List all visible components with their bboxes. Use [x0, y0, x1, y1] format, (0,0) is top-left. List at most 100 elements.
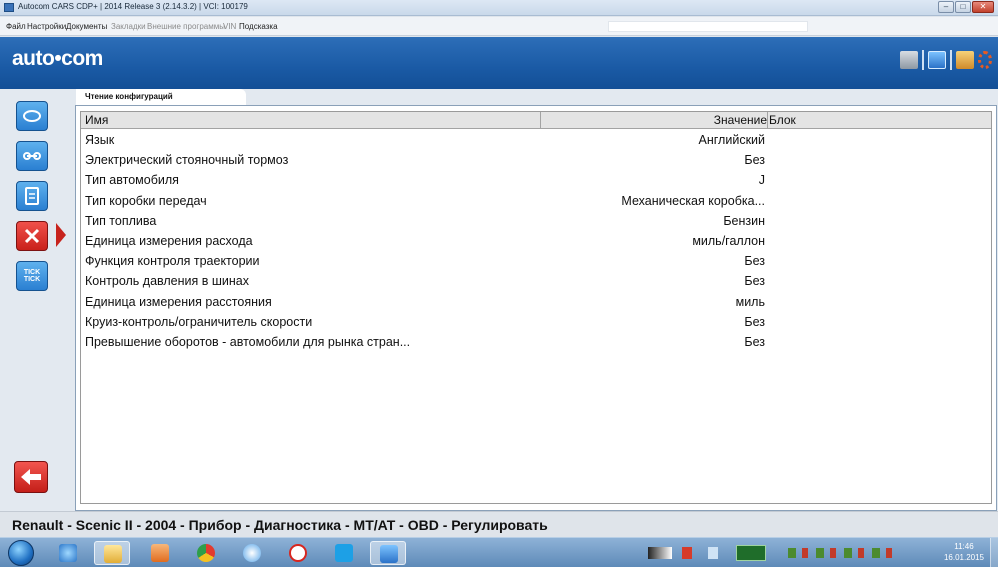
menu-help[interactable]: Подсказка	[239, 22, 278, 31]
menu-documents[interactable]: Документы	[66, 22, 107, 31]
update-icon[interactable]	[928, 51, 946, 69]
table-row[interactable]: Функция контроля траектории Без	[81, 251, 991, 271]
row-value: Английский	[698, 133, 765, 147]
autocom-logo: auto•com	[12, 47, 103, 70]
sidebar: TICK TICK	[0, 89, 72, 511]
table-row[interactable]: Язык Английский	[81, 130, 991, 150]
network-icon[interactable]	[648, 547, 672, 559]
table-row[interactable]: Единица измерения расстояния миль	[81, 292, 991, 312]
tray-app-icon[interactable]	[682, 547, 692, 559]
row-name: Единица измерения расхода	[85, 233, 253, 248]
row-value: Бензин	[723, 213, 765, 228]
taskbar-autocom[interactable]	[370, 541, 406, 565]
menu-bookmarks[interactable]: Закладки	[111, 22, 146, 31]
table-row[interactable]: Превышение оборотов - автомобили для рын…	[81, 332, 991, 352]
table-row[interactable]: Круиз-контроль/ограничитель скорости Без	[81, 312, 991, 332]
outlook-icon	[151, 544, 169, 562]
row-value: Без	[744, 274, 765, 289]
column-header-name[interactable]: Имя	[85, 113, 108, 127]
folder-icon[interactable]	[956, 51, 974, 69]
taskbar-media-player[interactable]	[234, 541, 270, 565]
table-row[interactable]: Тип топлива Бензин	[81, 211, 991, 231]
tick-tick-label: TICK TICK	[23, 269, 41, 283]
table-row[interactable]: Тип автомобиля J	[81, 170, 991, 190]
row-name: Единица измерения расстояния	[85, 294, 272, 309]
taskbar-skype[interactable]	[326, 541, 362, 565]
menu-file[interactable]: Файл	[6, 22, 26, 31]
column-header-block[interactable]: Блок	[769, 113, 796, 127]
system-tray	[644, 541, 934, 565]
row-name: Контроль давления в шинах	[85, 274, 249, 289]
header-toolbar	[900, 50, 992, 70]
row-name: Функция контроля траектории	[85, 254, 260, 269]
row-value: миль	[735, 294, 765, 309]
toolbar-divider	[922, 50, 924, 70]
table-row[interactable]: Контроль давления в шинах Без	[81, 271, 991, 291]
back-arrow-icon	[21, 469, 41, 485]
table-row[interactable]: Единица измерения расхода миль/галлон	[81, 231, 991, 251]
gear-icon[interactable]	[978, 51, 992, 69]
tab-label: Чтение конфигураций	[85, 92, 173, 101]
menu-external-programs[interactable]: Внешние программы	[147, 22, 225, 31]
row-value: Без	[744, 254, 765, 269]
taskbar-explorer[interactable]	[94, 541, 130, 565]
wheels-icon	[23, 152, 41, 160]
show-desktop-button[interactable]	[990, 538, 998, 567]
tray-notification-icons[interactable]	[788, 548, 898, 558]
row-value: Без	[744, 153, 765, 168]
media-player-icon	[243, 544, 261, 562]
table-header: Имя Значение Блок	[81, 112, 991, 129]
back-button[interactable]	[14, 461, 48, 493]
menu-settings[interactable]: Настройки	[27, 22, 66, 31]
active-indicator-arrow	[56, 223, 66, 247]
row-name: Превышение оборотов - автомобили для рын…	[85, 334, 411, 349]
table-row[interactable]: Тип коробки передач Механическая коробка.…	[81, 191, 991, 211]
folder-icon	[104, 545, 122, 563]
row-value: J	[758, 173, 765, 188]
taskbar-ie[interactable]	[50, 541, 86, 565]
maximize-button[interactable]: □	[955, 1, 971, 13]
application-window: Autocom CARS CDP+ | 2014 Release 3 (2.14…	[0, 0, 998, 567]
row-name: Тип топлива	[85, 213, 157, 228]
row-value: Без	[744, 314, 765, 329]
minimize-button[interactable]: –	[938, 1, 954, 13]
toolbar-divider	[950, 50, 952, 70]
car-icon	[23, 110, 41, 122]
tab-read-configuration[interactable]: Чтение конфигураций	[76, 89, 246, 105]
chrome-icon	[197, 544, 215, 562]
row-name: Круиз-контроль/ограничитель скорости	[85, 314, 313, 329]
sidebar-wheels-button[interactable]	[16, 141, 48, 171]
vehicle-breadcrumb: Renault - Scenic II - 2004 - Прибор - Ди…	[12, 517, 548, 533]
sidebar-tick-tick-button[interactable]: TICK TICK	[16, 261, 48, 291]
column-divider[interactable]	[540, 112, 541, 129]
tray-app-icon[interactable]	[708, 547, 718, 559]
row-name: Тип коробки передач	[85, 193, 207, 208]
clock-date: 16.01.2015	[943, 553, 984, 562]
column-header-value[interactable]: Значение	[714, 113, 767, 127]
table-row[interactable]: Электрический стояночный тормоз Без	[81, 150, 991, 170]
menu-bar: Файл Настройки Документы Закладки Внешни…	[0, 17, 998, 36]
configuration-panel: Имя Значение Блок Язык Английский Электри…	[75, 105, 997, 511]
start-button[interactable]	[8, 540, 34, 566]
column-divider[interactable]	[767, 112, 768, 129]
menu-bar-field	[608, 21, 808, 32]
internet-explorer-icon	[59, 544, 77, 562]
skype-icon	[335, 544, 353, 562]
sidebar-car-button[interactable]	[16, 101, 48, 131]
screenshot-icon[interactable]	[900, 51, 918, 69]
sidebar-tools-button[interactable]	[16, 221, 48, 251]
app-icon	[4, 3, 14, 12]
sidebar-document-button[interactable]	[16, 181, 48, 211]
table-body: Язык Английский Электрический стояночный …	[81, 130, 991, 352]
menu-vin[interactable]: VIN	[223, 22, 236, 31]
close-button[interactable]: ✕	[972, 1, 994, 13]
taskbar-outlook[interactable]	[142, 541, 178, 565]
taskbar-chrome[interactable]	[188, 541, 224, 565]
battery-icon[interactable]	[736, 545, 766, 561]
taskbar-clock[interactable]: 11:46 16.01.2015	[944, 541, 984, 563]
row-name: Язык	[85, 133, 115, 147]
window-controls: – □ ✕	[938, 1, 994, 14]
taskbar-yandex[interactable]	[280, 541, 316, 565]
window-title: Autocom CARS CDP+ | 2014 Release 3 (2.14…	[18, 2, 248, 11]
app-header: auto•com	[0, 37, 998, 89]
